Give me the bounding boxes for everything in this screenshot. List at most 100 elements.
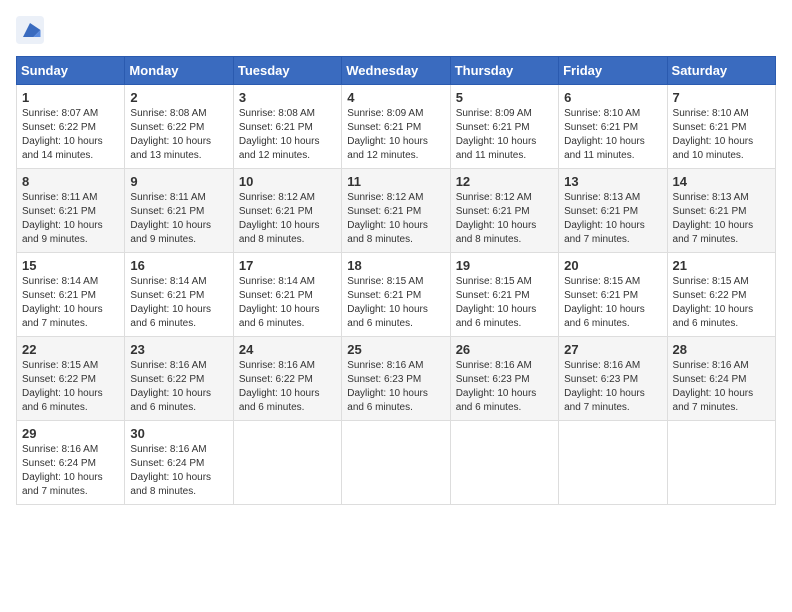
- day-info: Sunrise: 8:08 AM Sunset: 6:22 PM Dayligh…: [130, 107, 227, 163]
- day-info: Sunrise: 8:15 AM Sunset: 6:21 PM Dayligh…: [456, 275, 553, 331]
- calendar-header: SundayMondayTuesdayWednesdayThursdayFrid…: [17, 57, 776, 85]
- day-cell: 14 Sunrise: 8:13 AM Sunset: 6:21 PM Dayl…: [667, 169, 775, 253]
- day-number: 4: [347, 90, 444, 105]
- day-cell: 25 Sunrise: 8:16 AM Sunset: 6:23 PM Dayl…: [342, 337, 450, 421]
- day-number: 30: [130, 426, 227, 441]
- day-cell: [559, 421, 667, 505]
- header-cell-wednesday: Wednesday: [342, 57, 450, 85]
- day-info: Sunrise: 8:10 AM Sunset: 6:21 PM Dayligh…: [673, 107, 770, 163]
- day-cell: 1 Sunrise: 8:07 AM Sunset: 6:22 PM Dayli…: [17, 85, 125, 169]
- day-number: 5: [456, 90, 553, 105]
- day-number: 12: [456, 174, 553, 189]
- week-row-3: 15 Sunrise: 8:14 AM Sunset: 6:21 PM Dayl…: [17, 253, 776, 337]
- day-info: Sunrise: 8:14 AM Sunset: 6:21 PM Dayligh…: [22, 275, 119, 331]
- day-cell: 26 Sunrise: 8:16 AM Sunset: 6:23 PM Dayl…: [450, 337, 558, 421]
- day-number: 16: [130, 258, 227, 273]
- day-cell: 22 Sunrise: 8:15 AM Sunset: 6:22 PM Dayl…: [17, 337, 125, 421]
- day-cell: 28 Sunrise: 8:16 AM Sunset: 6:24 PM Dayl…: [667, 337, 775, 421]
- day-cell: 23 Sunrise: 8:16 AM Sunset: 6:22 PM Dayl…: [125, 337, 233, 421]
- day-number: 6: [564, 90, 661, 105]
- header-cell-tuesday: Tuesday: [233, 57, 341, 85]
- day-cell: 12 Sunrise: 8:12 AM Sunset: 6:21 PM Dayl…: [450, 169, 558, 253]
- day-info: Sunrise: 8:12 AM Sunset: 6:21 PM Dayligh…: [347, 191, 444, 247]
- day-info: Sunrise: 8:10 AM Sunset: 6:21 PM Dayligh…: [564, 107, 661, 163]
- day-number: 29: [22, 426, 119, 441]
- day-number: 15: [22, 258, 119, 273]
- day-info: Sunrise: 8:14 AM Sunset: 6:21 PM Dayligh…: [130, 275, 227, 331]
- week-row-2: 8 Sunrise: 8:11 AM Sunset: 6:21 PM Dayli…: [17, 169, 776, 253]
- day-info: Sunrise: 8:16 AM Sunset: 6:24 PM Dayligh…: [130, 443, 227, 499]
- day-cell: 21 Sunrise: 8:15 AM Sunset: 6:22 PM Dayl…: [667, 253, 775, 337]
- day-number: 14: [673, 174, 770, 189]
- day-number: 1: [22, 90, 119, 105]
- day-cell: [233, 421, 341, 505]
- day-number: 18: [347, 258, 444, 273]
- day-cell: 16 Sunrise: 8:14 AM Sunset: 6:21 PM Dayl…: [125, 253, 233, 337]
- calendar-table: SundayMondayTuesdayWednesdayThursdayFrid…: [16, 56, 776, 505]
- header-cell-sunday: Sunday: [17, 57, 125, 85]
- day-number: 8: [22, 174, 119, 189]
- header-cell-saturday: Saturday: [667, 57, 775, 85]
- calendar-body: 1 Sunrise: 8:07 AM Sunset: 6:22 PM Dayli…: [17, 85, 776, 505]
- page-header: [16, 16, 776, 44]
- day-number: 20: [564, 258, 661, 273]
- day-number: 22: [22, 342, 119, 357]
- logo: [16, 16, 48, 44]
- day-cell: [342, 421, 450, 505]
- day-number: 21: [673, 258, 770, 273]
- day-info: Sunrise: 8:11 AM Sunset: 6:21 PM Dayligh…: [22, 191, 119, 247]
- day-info: Sunrise: 8:12 AM Sunset: 6:21 PM Dayligh…: [456, 191, 553, 247]
- day-cell: 8 Sunrise: 8:11 AM Sunset: 6:21 PM Dayli…: [17, 169, 125, 253]
- day-info: Sunrise: 8:13 AM Sunset: 6:21 PM Dayligh…: [673, 191, 770, 247]
- day-info: Sunrise: 8:13 AM Sunset: 6:21 PM Dayligh…: [564, 191, 661, 247]
- day-cell: 5 Sunrise: 8:09 AM Sunset: 6:21 PM Dayli…: [450, 85, 558, 169]
- day-info: Sunrise: 8:16 AM Sunset: 6:23 PM Dayligh…: [456, 359, 553, 415]
- day-cell: 29 Sunrise: 8:16 AM Sunset: 6:24 PM Dayl…: [17, 421, 125, 505]
- day-number: 23: [130, 342, 227, 357]
- day-info: Sunrise: 8:09 AM Sunset: 6:21 PM Dayligh…: [347, 107, 444, 163]
- day-info: Sunrise: 8:11 AM Sunset: 6:21 PM Dayligh…: [130, 191, 227, 247]
- day-info: Sunrise: 8:14 AM Sunset: 6:21 PM Dayligh…: [239, 275, 336, 331]
- header-cell-monday: Monday: [125, 57, 233, 85]
- day-info: Sunrise: 8:16 AM Sunset: 6:22 PM Dayligh…: [239, 359, 336, 415]
- day-info: Sunrise: 8:16 AM Sunset: 6:24 PM Dayligh…: [673, 359, 770, 415]
- week-row-4: 22 Sunrise: 8:15 AM Sunset: 6:22 PM Dayl…: [17, 337, 776, 421]
- day-info: Sunrise: 8:09 AM Sunset: 6:21 PM Dayligh…: [456, 107, 553, 163]
- day-number: 27: [564, 342, 661, 357]
- day-number: 2: [130, 90, 227, 105]
- day-cell: 17 Sunrise: 8:14 AM Sunset: 6:21 PM Dayl…: [233, 253, 341, 337]
- day-number: 3: [239, 90, 336, 105]
- day-number: 26: [456, 342, 553, 357]
- day-info: Sunrise: 8:16 AM Sunset: 6:23 PM Dayligh…: [564, 359, 661, 415]
- day-cell: 10 Sunrise: 8:12 AM Sunset: 6:21 PM Dayl…: [233, 169, 341, 253]
- day-cell: 27 Sunrise: 8:16 AM Sunset: 6:23 PM Dayl…: [559, 337, 667, 421]
- day-cell: 4 Sunrise: 8:09 AM Sunset: 6:21 PM Dayli…: [342, 85, 450, 169]
- day-info: Sunrise: 8:08 AM Sunset: 6:21 PM Dayligh…: [239, 107, 336, 163]
- day-number: 11: [347, 174, 444, 189]
- day-info: Sunrise: 8:07 AM Sunset: 6:22 PM Dayligh…: [22, 107, 119, 163]
- day-number: 28: [673, 342, 770, 357]
- day-cell: 30 Sunrise: 8:16 AM Sunset: 6:24 PM Dayl…: [125, 421, 233, 505]
- day-cell: 18 Sunrise: 8:15 AM Sunset: 6:21 PM Dayl…: [342, 253, 450, 337]
- day-cell: 20 Sunrise: 8:15 AM Sunset: 6:21 PM Dayl…: [559, 253, 667, 337]
- day-cell: [450, 421, 558, 505]
- day-info: Sunrise: 8:15 AM Sunset: 6:22 PM Dayligh…: [22, 359, 119, 415]
- day-cell: 9 Sunrise: 8:11 AM Sunset: 6:21 PM Dayli…: [125, 169, 233, 253]
- week-row-1: 1 Sunrise: 8:07 AM Sunset: 6:22 PM Dayli…: [17, 85, 776, 169]
- day-cell: 19 Sunrise: 8:15 AM Sunset: 6:21 PM Dayl…: [450, 253, 558, 337]
- day-info: Sunrise: 8:16 AM Sunset: 6:24 PM Dayligh…: [22, 443, 119, 499]
- day-info: Sunrise: 8:15 AM Sunset: 6:21 PM Dayligh…: [564, 275, 661, 331]
- week-row-5: 29 Sunrise: 8:16 AM Sunset: 6:24 PM Dayl…: [17, 421, 776, 505]
- day-info: Sunrise: 8:15 AM Sunset: 6:21 PM Dayligh…: [347, 275, 444, 331]
- day-cell: 11 Sunrise: 8:12 AM Sunset: 6:21 PM Dayl…: [342, 169, 450, 253]
- day-cell: 3 Sunrise: 8:08 AM Sunset: 6:21 PM Dayli…: [233, 85, 341, 169]
- day-number: 10: [239, 174, 336, 189]
- day-cell: 7 Sunrise: 8:10 AM Sunset: 6:21 PM Dayli…: [667, 85, 775, 169]
- day-cell: [667, 421, 775, 505]
- day-number: 7: [673, 90, 770, 105]
- day-number: 25: [347, 342, 444, 357]
- day-cell: 24 Sunrise: 8:16 AM Sunset: 6:22 PM Dayl…: [233, 337, 341, 421]
- day-cell: 2 Sunrise: 8:08 AM Sunset: 6:22 PM Dayli…: [125, 85, 233, 169]
- day-info: Sunrise: 8:15 AM Sunset: 6:22 PM Dayligh…: [673, 275, 770, 331]
- day-cell: 13 Sunrise: 8:13 AM Sunset: 6:21 PM Dayl…: [559, 169, 667, 253]
